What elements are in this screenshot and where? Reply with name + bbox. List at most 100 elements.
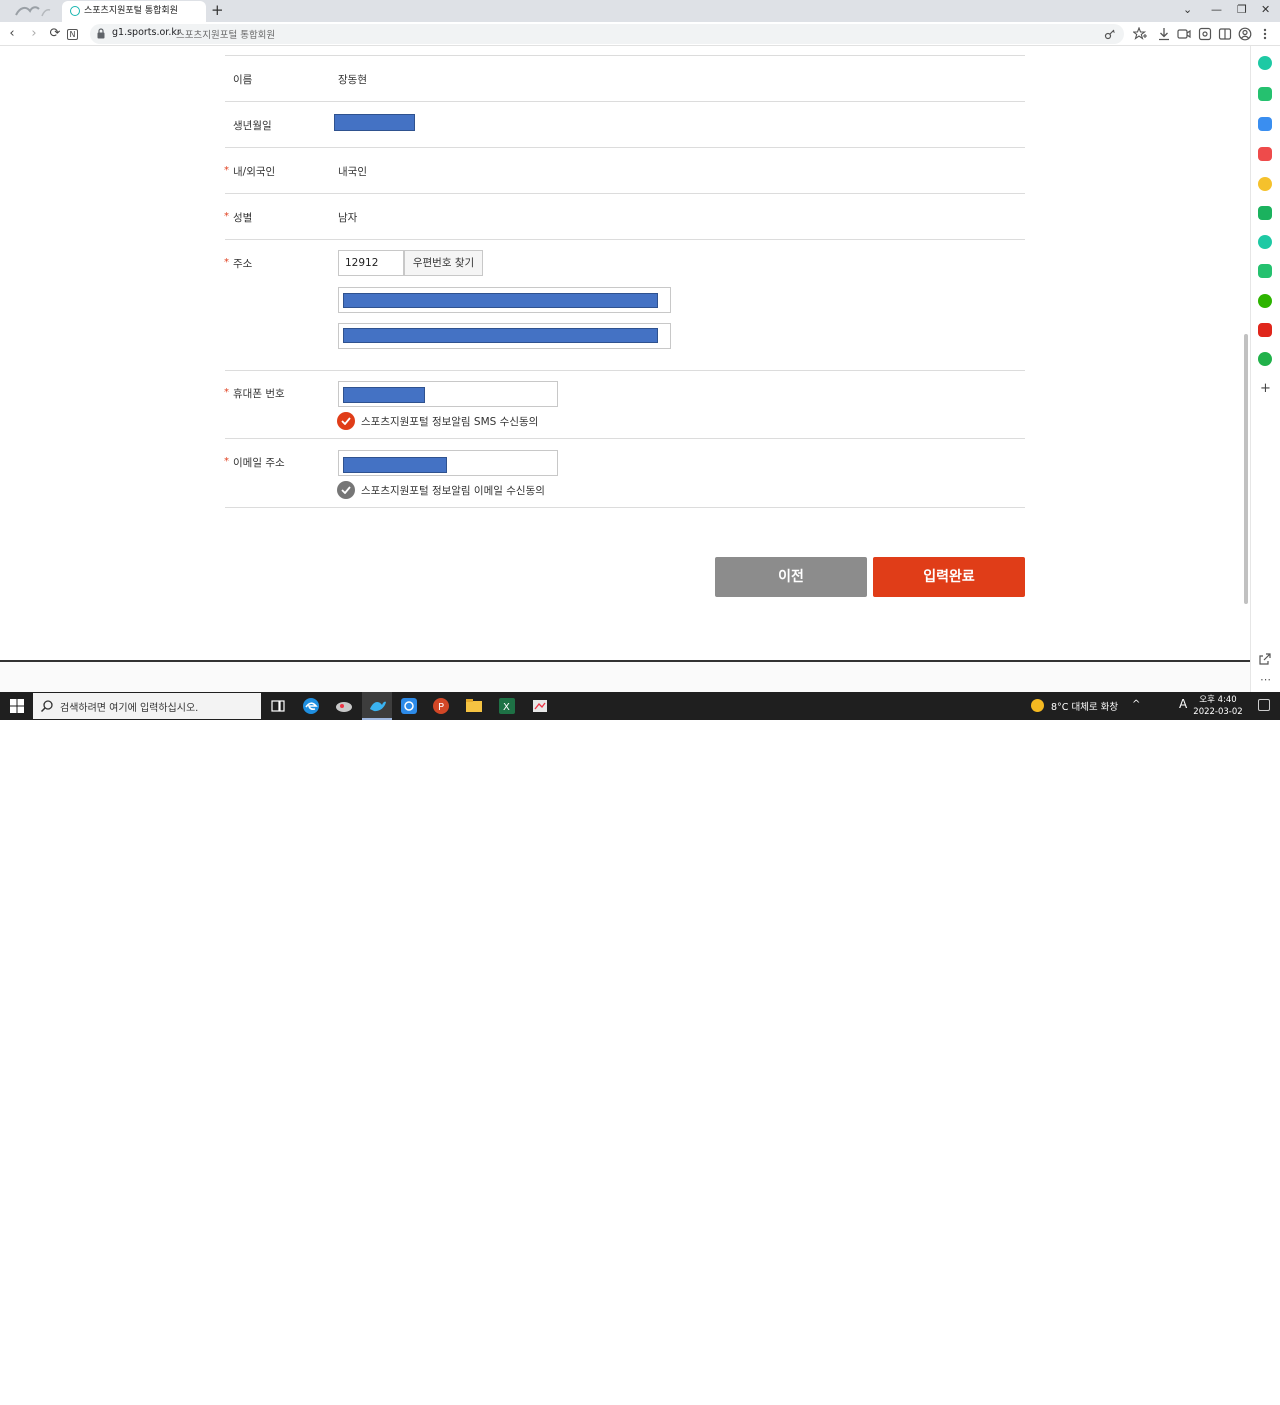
required-mark: *: [224, 165, 229, 176]
row-divider: [225, 507, 1025, 508]
sidebar-star-icon[interactable]: [1258, 177, 1272, 191]
scrollbar-thumb[interactable]: [1244, 334, 1248, 604]
checkmark-icon: [341, 417, 351, 425]
required-mark: *: [224, 257, 229, 268]
sidebar-map-icon[interactable]: [1258, 352, 1272, 366]
app-icon-3[interactable]: [529, 695, 551, 717]
powerpoint-icon[interactable]: P: [430, 695, 452, 717]
sidebar-chat-icon[interactable]: [1258, 264, 1272, 278]
taskbar-search-placeholder: 검색하려면 여기에 입력하십시오.: [60, 703, 199, 714]
forward-button[interactable]: ›: [26, 26, 42, 42]
volume-muted-icon[interactable]: [1162, 1391, 1176, 1405]
phone-input[interactable]: [338, 381, 558, 407]
zipcode-input[interactable]: 12912: [338, 250, 404, 276]
sms-consent-checkbox[interactable]: [337, 412, 355, 430]
excel-icon[interactable]: X: [496, 695, 518, 717]
tab-search-icon[interactable]: ⌄: [1183, 3, 1192, 16]
file-explorer-icon[interactable]: [463, 695, 485, 717]
prev-button[interactable]: 이전: [715, 557, 867, 597]
sidebar-app-icon[interactable]: [1258, 56, 1272, 70]
email-input[interactable]: [338, 450, 558, 476]
more-icon[interactable]: ⋯: [1260, 673, 1271, 686]
taskbar-clock[interactable]: 오후 4:40 2022-03-02: [1192, 694, 1244, 718]
row-divider: [225, 438, 1025, 439]
address-bar[interactable]: g1.sports.or.kr 스포츠지원포털 통합회원: [90, 24, 1124, 44]
site-favicon-icon: [70, 6, 80, 16]
new-tab-button[interactable]: +: [211, 1, 224, 19]
row-divider: [225, 101, 1025, 102]
birthdate-redacted: [334, 114, 415, 131]
label-phone: 휴대폰 번호: [233, 388, 285, 400]
sms-consent-label[interactable]: 스포츠지원포털 정보알림 SMS 수신동의: [361, 414, 538, 429]
sidebar-translate-icon[interactable]: [1258, 206, 1272, 220]
app-icon-2[interactable]: [398, 695, 420, 717]
whale-browser-icon: [370, 701, 386, 712]
email-redacted: [343, 457, 447, 473]
download-icon[interactable]: [1157, 27, 1171, 41]
browser-toolbar: ‹ › ⟳ N g1.sports.or.kr 스포츠지원포털 통합회원: [0, 22, 1280, 46]
address-line2-input[interactable]: [338, 323, 671, 349]
restore-button[interactable]: ❐: [1237, 3, 1247, 16]
video-icon[interactable]: [1177, 27, 1191, 41]
required-mark: *: [224, 211, 229, 222]
clock-date: 2022-03-02: [1193, 707, 1243, 717]
address-line1-redacted: [343, 293, 658, 308]
naver-extension-icon[interactable]: N: [67, 29, 78, 40]
menu-icon[interactable]: [1258, 27, 1272, 41]
sidebar-play-icon[interactable]: [1258, 235, 1272, 249]
label-email: 이메일 주소: [233, 457, 285, 469]
value-nationality: 내국인: [338, 166, 367, 178]
row-divider: [225, 239, 1025, 240]
sidebar-calendar-icon[interactable]: [1258, 117, 1272, 131]
value-name: 장동현: [338, 74, 367, 86]
find-zipcode-button[interactable]: 우편번호 찾기: [404, 250, 483, 276]
submit-button[interactable]: 입력완료: [873, 557, 1025, 597]
browser-tab-bar: 스포츠지원포털 통합회원 × + ⌄ — ❐ ✕: [0, 0, 1280, 22]
external-link-icon[interactable]: [1258, 652, 1272, 666]
active-browser-taskbar-item[interactable]: [362, 692, 392, 720]
split-view-icon[interactable]: [1218, 27, 1232, 41]
sidebar-add-icon[interactable]: +: [1260, 381, 1271, 396]
tab-title: 스포츠지원포털 통합회원: [84, 6, 178, 16]
email-consent-checkbox[interactable]: [337, 481, 355, 499]
page-content: 이름 장동현 생년월일 * 내/외국인 내국인 * 성별 남자 * 주소 129…: [0, 46, 1250, 692]
windows-start-icon[interactable]: [10, 699, 24, 713]
favorites-icon[interactable]: [1133, 27, 1147, 41]
taskbar-search-input[interactable]: 검색하려면 여기에 입력하십시오.: [33, 693, 261, 719]
url-page-title: 스포츠지원포털 통합회원: [176, 30, 276, 41]
sidebar-news-icon[interactable]: [1258, 323, 1272, 337]
tray-chevron-icon[interactable]: ^: [1132, 699, 1140, 710]
phone-redacted: [343, 387, 425, 403]
url-host: g1.sports.or.kr: [112, 27, 181, 38]
label-name: 이름: [233, 74, 253, 86]
label-gender: 성별: [233, 212, 253, 224]
email-consent-label[interactable]: 스포츠지원포털 정보알림 이메일 수신동의: [361, 483, 545, 498]
close-window-button[interactable]: ✕: [1261, 3, 1270, 16]
weather-text[interactable]: 8°C 대체로 화창: [1051, 699, 1118, 713]
back-button[interactable]: ‹: [4, 26, 20, 42]
sidebar-bell-icon[interactable]: [1258, 87, 1272, 101]
sidebar-pocket-icon[interactable]: [1258, 147, 1272, 161]
label-nationality: 내/외국인: [233, 166, 276, 178]
key-icon[interactable]: [1104, 28, 1116, 40]
profile-icon[interactable]: [1238, 27, 1252, 41]
ime-indicator[interactable]: A: [1179, 697, 1187, 711]
required-mark: *: [224, 456, 229, 467]
network-icon[interactable]: [1146, 1391, 1160, 1405]
address-line1-input[interactable]: [338, 287, 671, 313]
checkmark-icon: [341, 486, 351, 494]
edge-browser-icon[interactable]: [300, 695, 322, 717]
reload-button[interactable]: ⟳: [47, 26, 63, 42]
weather-sun-icon[interactable]: [1031, 699, 1044, 712]
footer: [0, 662, 1250, 692]
notification-icon[interactable]: [1258, 699, 1270, 711]
screenshot-icon[interactable]: [1198, 27, 1212, 41]
task-view-icon[interactable]: [267, 695, 289, 717]
page-scrollbar[interactable]: [1242, 46, 1250, 692]
app-icon[interactable]: [333, 695, 355, 717]
tab-active[interactable]: 스포츠지원포털 통합회원 ×: [62, 1, 206, 22]
row-divider: [225, 147, 1025, 148]
sidebar-line-icon[interactable]: [1258, 294, 1272, 308]
row-divider: [225, 55, 1025, 56]
minimize-button[interactable]: —: [1211, 3, 1222, 16]
